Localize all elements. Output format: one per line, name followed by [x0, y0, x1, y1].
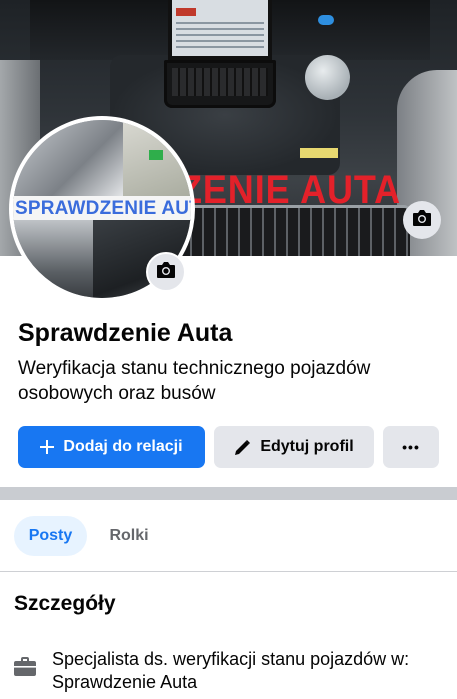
details-work-item: Specjalista ds. weryfikacji stanu pojazd… — [52, 649, 410, 692]
section-divider — [0, 487, 457, 500]
edit-avatar-button[interactable] — [146, 252, 186, 292]
camera-icon — [156, 261, 176, 284]
more-horizontal-icon: ••• — [402, 439, 420, 455]
briefcase-icon — [13, 657, 37, 682]
avatar-overlay-text: SPRAWDZENIE AUTA — [15, 198, 191, 219]
tab-reels-label: Rolki — [109, 527, 149, 544]
edit-profile-label: Edytuj profil — [260, 438, 354, 455]
cover-laptop-screen — [168, 0, 272, 60]
plus-icon — [40, 440, 55, 454]
pencil-icon — [234, 439, 251, 456]
profile-bio: Weryfikacja stanu technicznego pojazdów … — [18, 358, 371, 404]
add-to-story-label: Dodaj do relacji — [63, 438, 183, 455]
cover-laptop-keyboard — [164, 60, 276, 108]
more-options-button[interactable]: ••• — [383, 426, 439, 468]
cover-coolant-cap — [318, 15, 334, 25]
cover-overlay-text: ZENIE AUTA — [180, 168, 401, 212]
profile-name: Sprawdzenie Auta — [18, 319, 233, 347]
add-to-story-button[interactable]: Dodaj do relacji — [18, 426, 205, 468]
tab-posts[interactable]: Posty — [14, 516, 87, 556]
cover-reservoir — [305, 55, 350, 100]
details-heading: Szczegóły — [14, 592, 116, 615]
camera-icon — [412, 209, 432, 232]
edit-profile-button[interactable]: Edytuj profil — [214, 426, 374, 468]
edit-cover-photo-button[interactable] — [403, 201, 441, 239]
tabs-divider — [0, 571, 457, 572]
cover-sticker — [300, 148, 338, 158]
tab-posts-label: Posty — [28, 527, 73, 544]
tab-reels[interactable]: Rolki — [96, 516, 162, 556]
